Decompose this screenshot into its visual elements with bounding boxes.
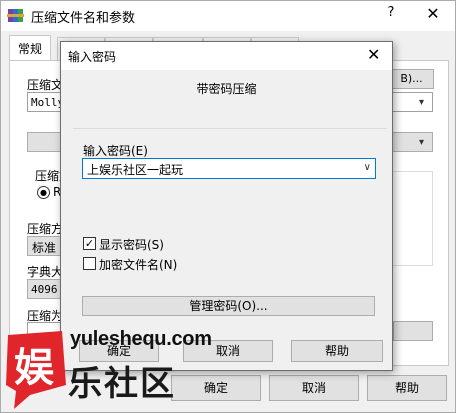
chevron-down-icon[interactable]: ▾ [419, 137, 424, 148]
password-help-button[interactable]: 帮助 [291, 340, 383, 362]
archive-name-label: 压缩文 [27, 78, 64, 92]
password-dialog-title: 输入密码 [68, 50, 117, 64]
method-combo[interactable]: 标准 [27, 236, 63, 256]
password-dialog-title-bar: 输入密码 ✕ [61, 42, 392, 70]
help-icon[interactable]: ? [381, 5, 401, 25]
winrar-books-icon [7, 9, 24, 22]
encrypt-names-label: 加密文件名(N) [99, 258, 178, 272]
browse-button[interactable]: B)... [389, 69, 434, 89]
encrypt-names-checkbox[interactable] [83, 257, 96, 270]
watermark-url: yuleshequ.com [70, 328, 212, 350]
dictionary-label: 字典大 [27, 265, 64, 279]
ok-button[interactable]: 确定 [171, 375, 261, 401]
password-label: 输入密码(E) [83, 144, 148, 158]
manage-passwords-button[interactable]: 管理密码(O)... [82, 296, 375, 316]
split-volume-field[interactable] [27, 322, 63, 342]
password-dialog: 输入密码 ✕ 带密码压缩 输入密码(E) 上娱乐社区一起玩 ∨ ✓ 显示密码(S… [60, 41, 393, 371]
password-dialog-heading: 带密码压缩 [196, 82, 257, 96]
chevron-down-icon[interactable]: ∨ [364, 162, 371, 173]
show-password-checkbox[interactable]: ✓ [83, 237, 96, 250]
method-label: 压缩方 [27, 222, 64, 236]
password-value: 上娱乐社区一起玩 [87, 163, 184, 177]
chevron-down-icon[interactable]: ▾ [419, 97, 424, 108]
cancel-button[interactable]: 取消 [269, 375, 359, 401]
radio-rar[interactable]: ● [37, 186, 50, 199]
watermark-text: 乐社区 [68, 364, 176, 404]
set-password-button[interactable] [393, 321, 433, 341]
password-input[interactable]: 上娱乐社区一起玩 ∨ [82, 158, 376, 179]
options-group [391, 171, 433, 266]
close-icon[interactable]: ✕ [367, 45, 380, 64]
dictionary-combo[interactable]: 4096 1 [27, 279, 63, 299]
tab-general[interactable]: 常规 [9, 35, 52, 61]
help-button[interactable]: 帮助 [367, 375, 447, 401]
close-icon[interactable]: ✕ [421, 4, 445, 26]
window-title: 压缩文件名和参数 [31, 11, 136, 26]
title-bar: 压缩文件名和参数 ? ✕ [1, 1, 455, 31]
show-password-label: 显示密码(S) [99, 238, 164, 252]
